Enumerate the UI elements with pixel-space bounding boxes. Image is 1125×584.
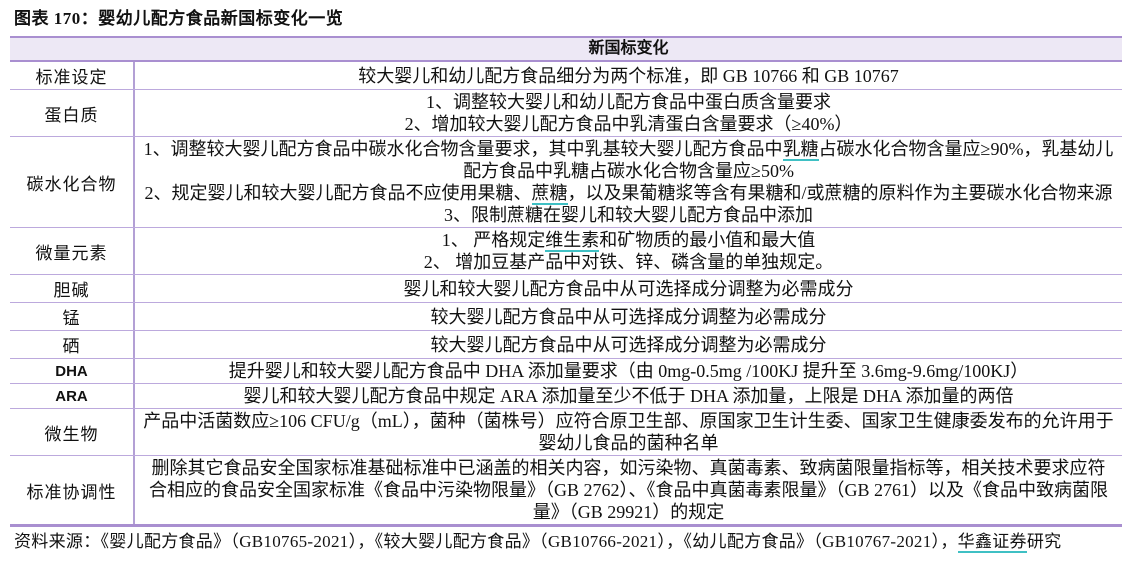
row-label: ARA [10, 384, 135, 408]
row-label: 标准设定 [10, 62, 135, 89]
text-segment: 删除其它食品安全国家标准基础标准中已涵盖的相关内容，如污染物、真菌毒素、致病菌限… [149, 458, 1108, 522]
report-page: 图表 170：婴幼儿配方食品新国标变化一览 新国标变化 标准设定 较大婴儿和幼儿配… [0, 0, 1125, 584]
content-item: 婴儿和较大婴儿配方食品中从可选择成分调整为必需成分 [143, 278, 1114, 300]
table-row: DHA 提升婴儿和较大婴儿配方食品中 DHA 添加量要求（由 0mg-0.5mg … [10, 359, 1122, 384]
text-segment: 较大婴儿和幼儿配方食品细分为两个标准，即 GB 10766 和 GB 10767 [358, 66, 899, 86]
row-label: 胆碱 [10, 275, 135, 302]
row-label: 标准协调性 [10, 456, 135, 524]
text-segment: 婴儿和较大婴儿配方食品中规定 ARA 添加量至少不低于 DHA 添加量，上限是 … [243, 386, 1013, 406]
row-content: 较大婴儿和幼儿配方食品细分为两个标准，即 GB 10766 和 GB 10767 [135, 62, 1122, 89]
text-segment: 3、限制蔗糖在婴儿和较大婴儿配方食品中添加 [444, 205, 813, 225]
row-content: 提升婴儿和较大婴儿配方食品中 DHA 添加量要求（由 0mg-0.5mg /10… [135, 359, 1122, 383]
table-row: 蛋白质1、调整较大婴儿和幼儿配方食品中蛋白质含量要求2、增加较大婴儿配方食品中乳… [10, 90, 1122, 137]
text-segment: 产品中活菌数应≥106 CFU/g（mL），菌种（菌株号）应符合原卫生部、原国家… [143, 411, 1113, 453]
underlined-term: 乳糖 [783, 139, 819, 161]
text-segment: 2、增加较大婴儿配方食品中乳清蛋白含量要求（≥40%） [405, 114, 853, 134]
text-segment: 提升婴儿和较大婴儿配方食品中 DHA 添加量要求（由 0mg-0.5mg /10… [229, 361, 1029, 381]
text-segment: 较大婴儿配方食品中从可选择成分调整为必需成分 [431, 335, 827, 355]
standards-table: 新国标变化 标准设定 较大婴儿和幼儿配方食品细分为两个标准，即 GB 10766 … [10, 36, 1122, 527]
content-item: 产品中活菌数应≥106 CFU/g（mL），菌种（菌株号）应符合原卫生部、原国家… [143, 410, 1114, 454]
content-item: 较大婴儿配方食品中从可选择成分调整为必需成分 [143, 306, 1114, 328]
text-segment: 2、规定婴儿和较大婴儿配方食品不应使用果糖、 [145, 183, 532, 203]
content-item: 较大婴儿和幼儿配方食品细分为两个标准，即 GB 10766 和 GB 10767 [143, 65, 1114, 87]
table-row: 锰 较大婴儿配方食品中从可选择成分调整为必需成分 [10, 303, 1122, 331]
text-segment: 和矿物质的最小值和最大值 [599, 230, 815, 250]
row-label: 碳水化合物 [10, 137, 135, 227]
text-segment: 较大婴儿配方食品中从可选择成分调整为必需成分 [431, 307, 827, 327]
text-segment: 1、调整较大婴儿配方食品中碳水化合物含量要求，其中乳基较大婴儿配方食品中 [144, 139, 783, 159]
text-segment: 2、 增加豆基产品中对铁、锌、磷含量的单独规定。 [424, 252, 834, 272]
content-item: 3、限制蔗糖在婴儿和较大婴儿配方食品中添加 [143, 204, 1114, 226]
content-item: 删除其它食品安全国家标准基础标准中已涵盖的相关内容，如污染物、真菌毒素、致病菌限… [143, 457, 1114, 523]
row-content: 婴儿和较大婴儿配方食品中从可选择成分调整为必需成分 [135, 275, 1122, 302]
table-row: 标准设定 较大婴儿和幼儿配方食品细分为两个标准，即 GB 10766 和 GB 1… [10, 62, 1122, 90]
row-content: 1、 严格规定维生素和矿物质的最小值和最大值2、 增加豆基产品中对铁、锌、磷含量… [135, 228, 1122, 274]
row-label: 锰 [10, 303, 135, 330]
text-segment: 1、 严格规定 [442, 230, 546, 250]
row-label: 硒 [10, 331, 135, 358]
underlined-term: 华鑫证券 [958, 532, 1027, 553]
underlined-term: 维生素 [545, 230, 599, 252]
table-row: 微生物产品中活菌数应≥106 CFU/g（mL），菌种（菌株号）应符合原卫生部、… [10, 409, 1122, 456]
row-content: 较大婴儿配方食品中从可选择成分调整为必需成分 [135, 331, 1122, 358]
row-label: 蛋白质 [10, 90, 135, 136]
source-note: 资料来源：《婴儿配方食品》（GB10765-2021），《较大婴儿配方食品》（G… [14, 531, 1114, 553]
content-item: 1、调整较大婴儿配方食品中碳水化合物含量要求，其中乳基较大婴儿配方食品中乳糖占碳… [143, 138, 1114, 182]
table-row: 标准协调性删除其它食品安全国家标准基础标准中已涵盖的相关内容，如污染物、真菌毒素… [10, 456, 1122, 524]
table-row: 微量元素1、 严格规定维生素和矿物质的最小值和最大值2、 增加豆基产品中对铁、锌… [10, 228, 1122, 275]
text-segment: 研究 [1027, 532, 1062, 551]
table-body: 标准设定 较大婴儿和幼儿配方食品细分为两个标准，即 GB 10766 和 GB 1… [10, 62, 1122, 524]
row-content: 婴儿和较大婴儿配方食品中规定 ARA 添加量至少不低于 DHA 添加量，上限是 … [135, 384, 1122, 408]
content-item: 较大婴儿配方食品中从可选择成分调整为必需成分 [143, 334, 1114, 356]
row-content: 1、调整较大婴儿配方食品中碳水化合物含量要求，其中乳基较大婴儿配方食品中乳糖占碳… [135, 137, 1122, 227]
text-segment: 1、调整较大婴儿和幼儿配方食品中蛋白质含量要求 [426, 92, 831, 112]
row-content: 删除其它食品安全国家标准基础标准中已涵盖的相关内容，如污染物、真菌毒素、致病菌限… [135, 456, 1122, 524]
content-item: 婴儿和较大婴儿配方食品中规定 ARA 添加量至少不低于 DHA 添加量，上限是 … [143, 385, 1114, 407]
table-row: 碳水化合物1、调整较大婴儿配方食品中碳水化合物含量要求，其中乳基较大婴儿配方食品… [10, 137, 1122, 228]
table-header-cell: 新国标变化 [10, 38, 1122, 62]
row-content: 1、调整较大婴儿和幼儿配方食品中蛋白质含量要求2、增加较大婴儿配方食品中乳清蛋白… [135, 90, 1122, 136]
figure-title: 图表 170：婴幼儿配方食品新国标变化一览 [14, 8, 1125, 30]
table-row: ARA 婴儿和较大婴儿配方食品中规定 ARA 添加量至少不低于 DHA 添加量，上… [10, 384, 1122, 409]
content-item: 提升婴儿和较大婴儿配方食品中 DHA 添加量要求（由 0mg-0.5mg /10… [143, 360, 1114, 382]
table-row: 硒 较大婴儿配方食品中从可选择成分调整为必需成分 [10, 331, 1122, 359]
text-segment: 资料来源：《婴儿配方食品》（GB10765-2021），《较大婴儿配方食品》（G… [14, 532, 958, 551]
row-label: 微量元素 [10, 228, 135, 274]
row-content: 较大婴儿配方食品中从可选择成分调整为必需成分 [135, 303, 1122, 330]
text-segment: ，以及果葡糖浆等含有果糖和/或蔗糖的原料作为主要碳水化合物来源 [568, 183, 1113, 203]
table-row: 胆碱 婴儿和较大婴儿配方食品中从可选择成分调整为必需成分 [10, 275, 1122, 303]
row-label: 微生物 [10, 409, 135, 455]
content-item: 2、规定婴儿和较大婴儿配方食品不应使用果糖、蔗糖，以及果葡糖浆等含有果糖和/或蔗… [143, 182, 1114, 204]
content-item: 1、调整较大婴儿和幼儿配方食品中蛋白质含量要求 [143, 91, 1114, 113]
content-item: 1、 严格规定维生素和矿物质的最小值和最大值 [143, 229, 1114, 251]
content-item: 2、 增加豆基产品中对铁、锌、磷含量的单独规定。 [143, 251, 1114, 273]
row-content: 产品中活菌数应≥106 CFU/g（mL），菌种（菌株号）应符合原卫生部、原国家… [135, 409, 1122, 455]
row-label: DHA [10, 359, 135, 383]
text-segment: 婴儿和较大婴儿配方食品中从可选择成分调整为必需成分 [404, 279, 854, 299]
content-item: 2、增加较大婴儿配方食品中乳清蛋白含量要求（≥40%） [143, 113, 1114, 135]
underlined-term: 蔗糖 [532, 183, 568, 205]
